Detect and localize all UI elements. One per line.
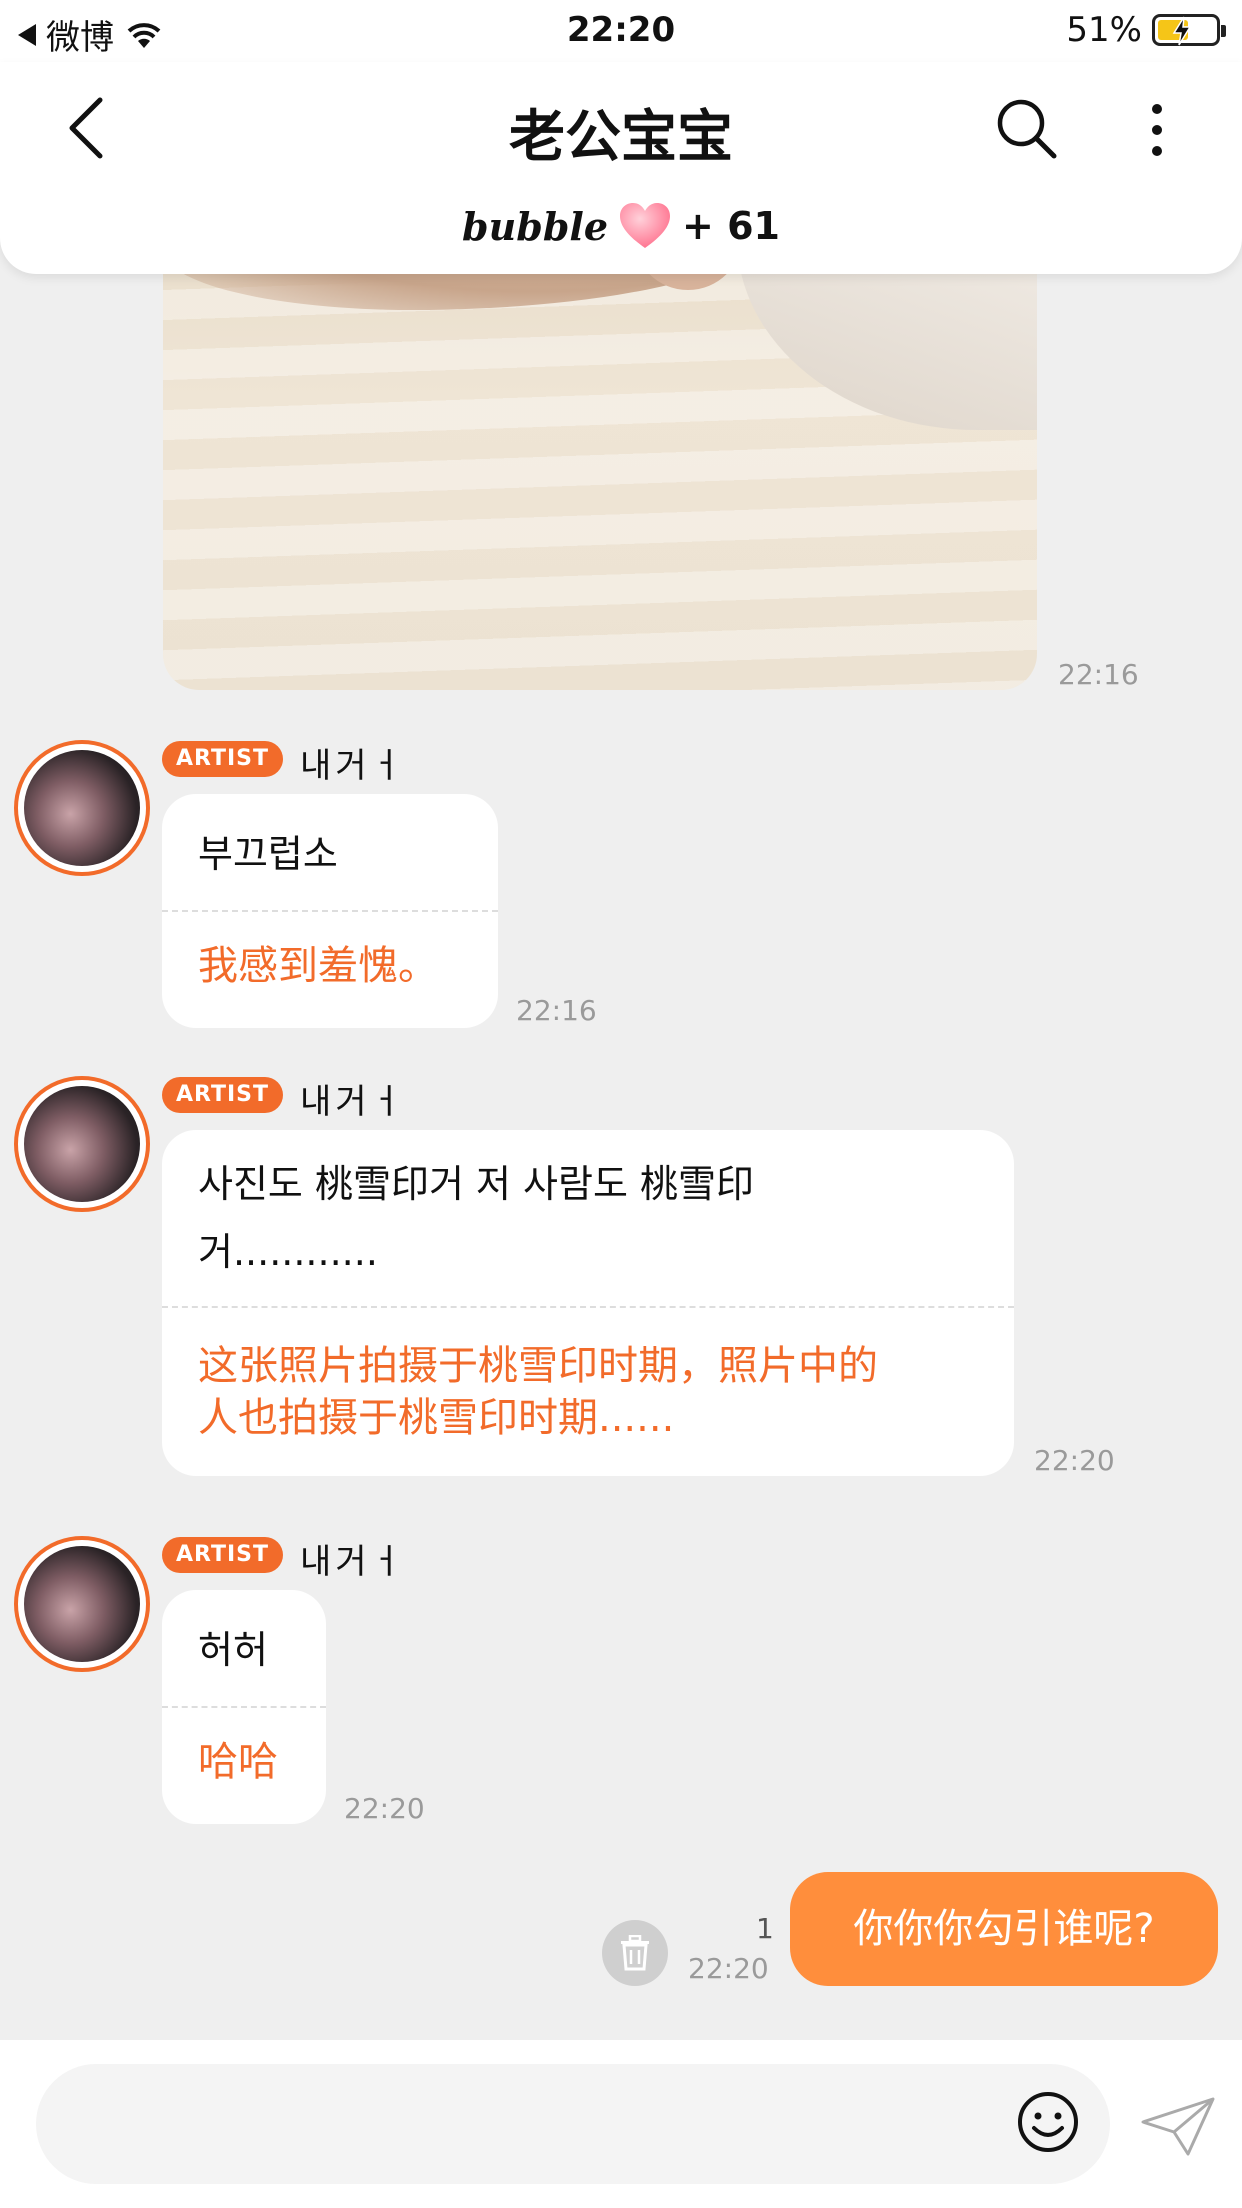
original-text-line-1: 사진도 桃雪印거 저 사람도 桃雪印: [198, 1162, 754, 1206]
bubble-counter: bubble + 61: [0, 202, 1242, 250]
sender-name: 내거ㅓ: [300, 1082, 406, 1122]
original-text: 허허: [198, 1628, 268, 1672]
message-timestamp: 22:20: [344, 1792, 425, 1825]
translation-text-line-1: 这张照片拍摄于桃雪印时期，照片中的: [198, 1343, 878, 1389]
status-bar: 微博 22:20 51%: [0, 0, 1242, 62]
paper-plane-icon: [1141, 2097, 1215, 2156]
trash-icon: [621, 1935, 649, 1971]
search-button[interactable]: [994, 96, 1058, 164]
translation-text-line-2: 人也拍摄于桃雪印时期......: [198, 1395, 675, 1441]
artist-badge: ARTIST: [162, 1537, 284, 1573]
input-bar: [0, 2040, 1242, 2208]
outgoing-message-bubble[interactable]: 你你你勾引谁呢?: [790, 1872, 1218, 1986]
emoji-button[interactable]: [1016, 2090, 1080, 2158]
chat-screen: 微博 22:20 51% 老公宝宝 bubble + 61 22:16 ARTI…: [0, 0, 1242, 2208]
translation-text: 哈哈: [198, 1739, 278, 1785]
photo-timestamp: 22:16: [1058, 658, 1139, 691]
delete-button[interactable]: [602, 1920, 668, 1986]
artist-badge: ARTIST: [162, 1077, 284, 1113]
original-text-line-2: 거............: [198, 1230, 378, 1274]
message-timestamp: 22:20: [1034, 1444, 1115, 1477]
more-options-button[interactable]: [1150, 102, 1164, 162]
avatar[interactable]: [14, 1076, 150, 1212]
battery-percent: 51%: [1066, 10, 1142, 50]
message-bubble[interactable]: 사진도 桃雪印거 저 사람도 桃雪印 거............ 这张照片拍摄于…: [162, 1130, 1014, 1476]
status-time: 22:20: [566, 10, 676, 50]
bubble-count: + 61: [682, 204, 780, 248]
avatar[interactable]: [14, 740, 150, 876]
search-icon: [997, 99, 1057, 159]
heart-icon: [620, 203, 670, 248]
sender-name: 내거ㅓ: [300, 746, 406, 786]
translation-text: 我感到羞愧。: [198, 943, 438, 989]
battery-icon: [1152, 14, 1226, 46]
original-text: 부끄럽소: [198, 832, 338, 876]
message-bubble[interactable]: 부끄럽소 我感到羞愧。: [162, 794, 498, 1028]
more-vertical-icon: [1152, 104, 1162, 156]
bubble-label: bubble: [462, 203, 608, 249]
smiley-icon: [1018, 2092, 1078, 2152]
unread-count: 1: [756, 1912, 774, 1945]
message-input[interactable]: [36, 2064, 1110, 2184]
avatar[interactable]: [14, 1536, 150, 1672]
artist-badge: ARTIST: [162, 741, 284, 777]
outgoing-timestamp: 22:20: [688, 1952, 769, 1985]
chat-header: 老公宝宝 bubble + 61: [0, 62, 1242, 274]
message-bubble[interactable]: 허허 哈哈: [162, 1590, 326, 1824]
send-button[interactable]: [1140, 2096, 1216, 2162]
message-timestamp: 22:16: [516, 994, 597, 1027]
sender-name: 내거ㅓ: [300, 1542, 406, 1582]
